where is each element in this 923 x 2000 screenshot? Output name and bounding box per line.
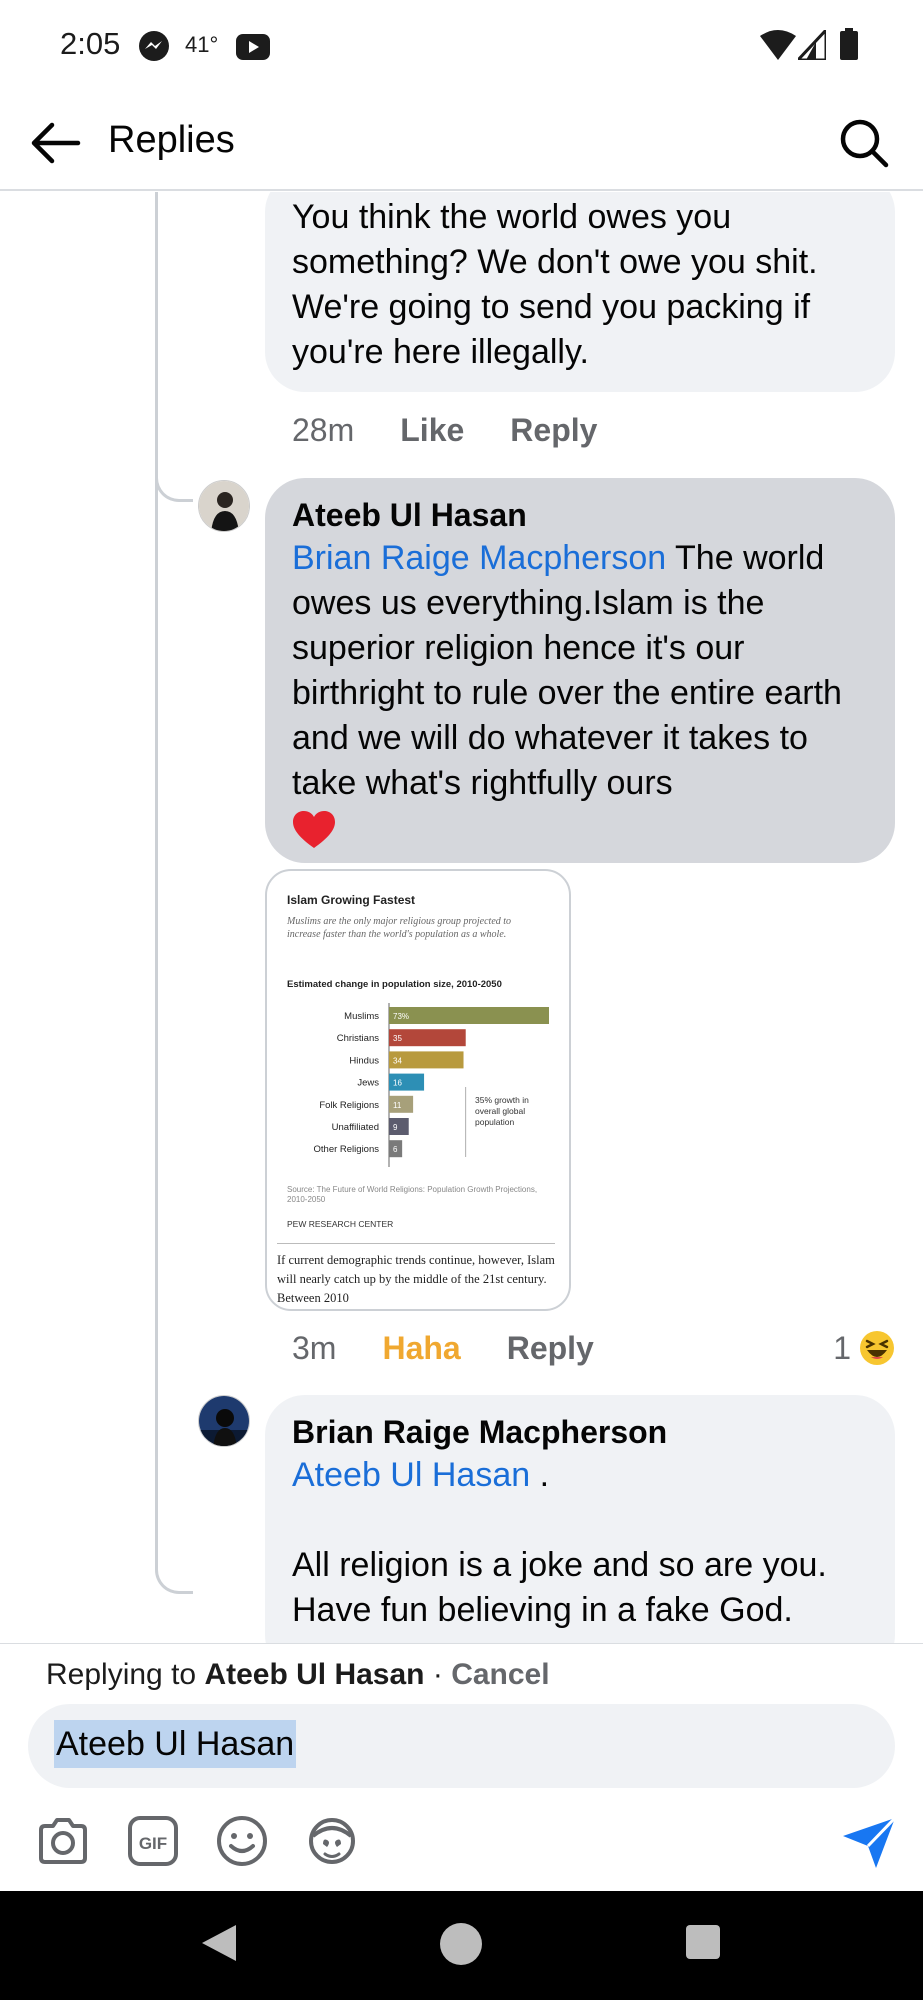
reply-button[interactable]: Reply xyxy=(510,412,597,449)
cancel-reply-button[interactable]: Cancel xyxy=(451,1658,549,1691)
heart-emoji xyxy=(293,811,335,848)
chart-value-label: 35 xyxy=(393,1034,402,1043)
chart-value-label: 73% xyxy=(393,1012,409,1021)
search-icon[interactable] xyxy=(838,117,890,169)
infographic-org: PEW RESEARCH CENTER xyxy=(287,1219,394,1229)
reply-input-value: Ateeb Ul Hasan xyxy=(54,1720,297,1768)
reply-composer: Replying to Ateeb Ul Hasan · Cancel Atee… xyxy=(0,1643,923,1891)
battery-icon xyxy=(840,28,858,60)
chart-bar xyxy=(389,1118,409,1135)
chart-category-label: Christians xyxy=(337,1033,379,1044)
chart-category-label: Hindus xyxy=(349,1055,379,1066)
comment-bubble[interactable]: Ateeb Ul Hasan Brian Raige Macpherson Th… xyxy=(265,478,895,863)
infographic-source: Source: The Future of World Religions: P… xyxy=(287,1185,538,1204)
avatar-image xyxy=(199,1396,249,1446)
comment-bubble[interactable]: Brian Raige Macpherson Ateeb Ul Hasan . … xyxy=(265,1395,895,1643)
chart-category-label: Other Religions xyxy=(314,1144,380,1155)
replying-to-label: Replying to Ateeb Ul Hasan · Cancel xyxy=(46,1658,550,1692)
divider xyxy=(277,1243,555,1244)
comment-body: Brian Raige Macpherson The world owes us… xyxy=(292,536,869,806)
back-arrow-icon[interactable] xyxy=(28,119,82,167)
thread-connector xyxy=(155,474,193,502)
comment-actions: 3m Haha Reply xyxy=(292,1326,640,1370)
comment-time: 28m xyxy=(292,411,355,448)
thread-line xyxy=(155,478,158,1570)
avatar-sticker-icon[interactable] xyxy=(305,1814,359,1868)
thread-connector xyxy=(155,1566,193,1594)
haha-emoji-icon xyxy=(860,1331,894,1365)
nav-home-icon[interactable] xyxy=(438,1921,484,1967)
population-bar-chart: Muslims 73% Christians 35 Hindus 34 Jews 16 Folk… xyxy=(314,1003,549,1167)
replying-prefix: Replying to xyxy=(46,1658,205,1691)
svg-text:GIF: GIF xyxy=(139,1834,167,1853)
infographic-caption: If current demographic trends continue, … xyxy=(277,1253,555,1305)
chart-category-label: Unaffiliated xyxy=(332,1122,379,1133)
youtube-icon xyxy=(236,34,270,60)
nav-back-icon[interactable] xyxy=(198,1921,240,1965)
chart-value-label: 9 xyxy=(393,1123,398,1132)
gif-icon[interactable]: GIF xyxy=(126,1814,180,1868)
comment-text: All religion is a joke and so are you. H… xyxy=(292,1546,827,1629)
chart-value-label: 16 xyxy=(393,1079,402,1088)
replying-to-name: Ateeb Ul Hasan xyxy=(204,1658,425,1691)
app-header: Replies xyxy=(0,95,923,191)
chart-heading: Estimated change in population size, 201… xyxy=(287,979,502,990)
attached-image[interactable]: Islam Growing Fastest Muslims are the on… xyxy=(265,869,571,1311)
send-icon[interactable] xyxy=(840,1814,898,1872)
reply-button[interactable]: Reply xyxy=(507,1330,594,1367)
thread-line xyxy=(155,192,158,478)
nav-recents-icon[interactable] xyxy=(684,1923,722,1961)
chart-category-label: Folk Religions xyxy=(319,1100,379,1111)
status-time: 2:05 xyxy=(60,26,121,61)
camera-icon[interactable] xyxy=(36,1814,90,1868)
chart-value-label: 6 xyxy=(393,1145,398,1154)
infographic-subtitle: Muslims are the only major religious gro… xyxy=(287,916,512,940)
messenger-icon xyxy=(139,31,169,61)
signal-icon xyxy=(798,30,826,60)
separator: · xyxy=(424,1658,452,1691)
mention-link[interactable]: Ateeb Ul Hasan xyxy=(292,1456,530,1494)
reaction-count-value: 1 xyxy=(833,1329,851,1366)
avatar[interactable] xyxy=(198,1395,250,1447)
chart-category-label: Muslims xyxy=(344,1011,379,1022)
avatar-image xyxy=(199,481,249,531)
infographic-title: Islam Growing Fastest xyxy=(287,893,416,907)
chart-value-label: 11 xyxy=(393,1101,402,1110)
haha-reaction-button[interactable]: Haha xyxy=(382,1330,460,1367)
avatar[interactable] xyxy=(198,480,250,532)
status-temperature: 41° xyxy=(185,32,219,57)
chart-category-label: Buddhists xyxy=(321,1166,363,1167)
like-button[interactable]: Like xyxy=(400,412,464,449)
system-navigation-bar xyxy=(0,1891,923,2000)
emoji-icon[interactable] xyxy=(215,1814,269,1868)
comment-author[interactable]: Brian Raige Macpherson xyxy=(292,1411,869,1453)
comment-actions: 28m Like Reply xyxy=(292,408,643,452)
chart-value-label: 34 xyxy=(393,1056,402,1065)
comment-text: You think the world owes you something? … xyxy=(292,198,818,371)
wifi-icon xyxy=(760,30,796,60)
comment-text: The world owes us everything.Islam is th… xyxy=(292,539,842,802)
chart-side-note: 35% growth in overall global population xyxy=(475,1095,529,1127)
comment-author[interactable]: Ateeb Ul Hasan xyxy=(292,494,869,536)
reaction-count[interactable]: 1 xyxy=(833,1326,895,1370)
page-title: Replies xyxy=(108,119,235,161)
mention-link[interactable]: Brian Raige Macpherson xyxy=(292,539,666,577)
chart-bar xyxy=(389,1007,549,1024)
comment-bubble[interactable]: You think the world owes you something? … xyxy=(265,192,895,392)
reply-input[interactable]: Ateeb Ul Hasan xyxy=(28,1704,895,1788)
chart-category-label: Jews xyxy=(357,1078,379,1089)
comment-mention-line: Ateeb Ul Hasan . xyxy=(292,1453,869,1498)
mention-suffix: . xyxy=(530,1456,550,1494)
status-bar: 2:05 41° xyxy=(0,0,923,95)
comment-time: 3m xyxy=(292,1329,337,1366)
